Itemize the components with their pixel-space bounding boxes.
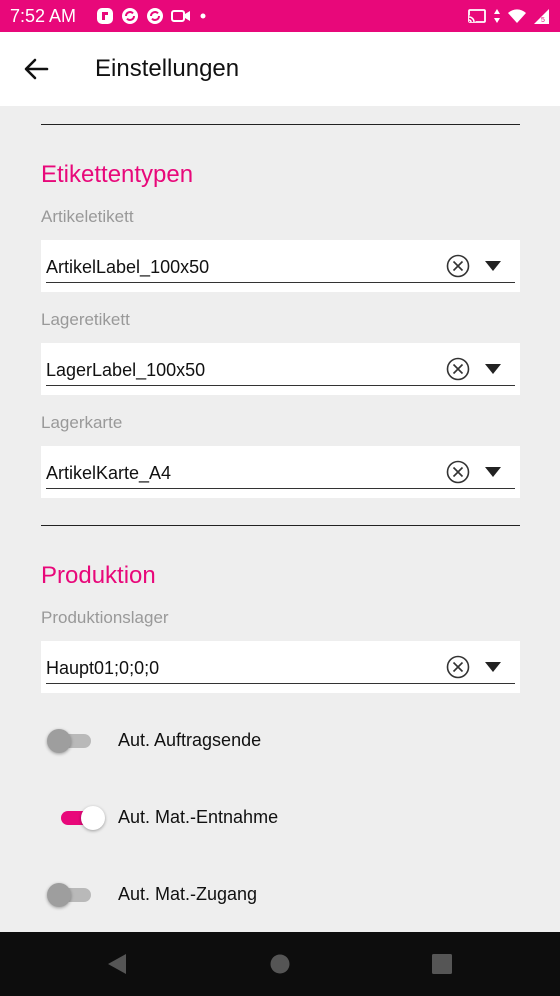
video-icon [171,7,191,30]
toggle-switch-mat-zugang[interactable] [47,883,93,907]
field-underline [46,682,515,684]
cellular-5-icon: 5 [532,7,550,30]
field-label-produktionslager: Produktionslager [41,608,169,627]
section-divider [41,525,520,526]
system-nav-bar [0,932,560,996]
section-title-produktion: Produktion [41,562,156,589]
toggle-row-mat-entnahme[interactable]: Aut. Mat.-Entnahme [41,796,520,836]
clear-icon[interactable] [446,357,470,381]
field-label-lageretikett: Lageretikett [41,310,130,329]
field-label-lagerkarte: Lagerkarte [41,413,123,432]
arrow-left-icon [24,58,49,80]
clear-icon[interactable] [446,254,470,278]
status-bar: 7:52 AM 5 [0,0,560,32]
dropdown-arrow-icon[interactable] [485,467,501,477]
toggle-label: Aut. Auftragsende [118,730,262,750]
switch-thumb [81,806,105,830]
toggle-label: Aut. Mat.-Zugang [118,884,258,904]
page-title: Einstellungen [95,55,240,82]
field-label-artikeletikett: Artikeletikett [41,207,134,226]
back-button[interactable] [18,51,54,87]
clear-icon[interactable] [446,655,470,679]
select-lageretikett[interactable]: LagerLabel_100x50 [41,343,520,395]
sync-icon [121,7,139,30]
select-value: Haupt01;0;0;0 [46,658,160,678]
select-artikeletikett[interactable]: ArtikelLabel_100x50 [41,240,520,292]
data-arrows-icon [492,7,502,30]
dropdown-arrow-icon[interactable] [485,364,501,374]
field-underline [46,384,515,386]
section-divider [41,124,520,125]
toggle-row-auftragsende[interactable]: Aut. Auftragsende [41,719,520,759]
cast-icon [467,7,487,30]
field-underline [46,487,515,489]
flipboard-icon [96,7,114,30]
select-value: ArtikelKarte_A4 [46,463,172,483]
home-circle-icon[interactable] [268,952,292,976]
switch-thumb [47,729,71,753]
select-value: LagerLabel_100x50 [46,360,206,380]
toggle-switch-mat-entnahme[interactable] [47,806,105,830]
clear-icon[interactable] [446,460,470,484]
toggle-label: Aut. Mat.-Entnahme [118,807,279,827]
dot-icon [198,7,208,30]
dropdown-arrow-icon[interactable] [485,261,501,271]
field-underline [46,281,515,283]
wifi-icon [507,7,527,30]
status-time: 7:52 AM [10,6,77,26]
toggle-row-mat-zugang[interactable]: Aut. Mat.-Zugang [41,873,520,913]
sync-icon [146,7,164,30]
recents-square-icon[interactable] [430,952,454,976]
app-bar: Einstellungen [0,32,560,106]
switch-thumb [47,883,71,907]
select-value: ArtikelLabel_100x50 [46,257,210,277]
select-produktionslager[interactable]: Haupt01;0;0;0 [41,641,520,693]
toggle-switch-auftragsende[interactable] [47,729,93,753]
back-triangle-icon[interactable] [106,952,130,976]
svg-text:5: 5 [541,17,545,24]
dropdown-arrow-icon[interactable] [485,662,501,672]
section-title-etikettentypen: Etikettentypen [41,161,194,188]
select-lagerkarte[interactable]: ArtikelKarte_A4 [41,446,520,498]
